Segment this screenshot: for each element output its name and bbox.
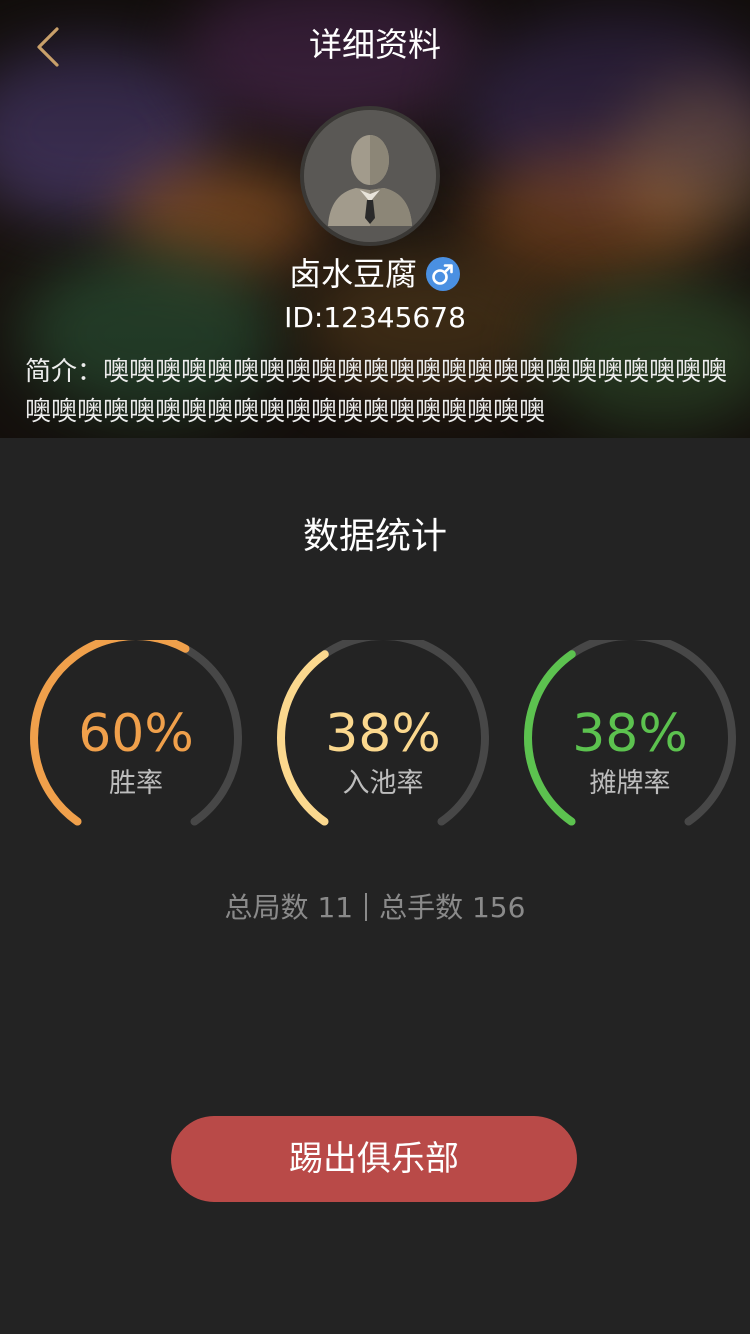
user-silhouette-icon	[304, 110, 436, 242]
bio-text: 噢噢噢噢噢噢噢噢噢噢噢噢噢噢噢噢噢噢噢噢噢噢噢噢噢噢噢噢噢噢噢噢噢噢噢噢噢噢噢噢…	[25, 357, 728, 427]
profile-header: 详细资料 卤水豆腐 ID:12345678 简介：噢噢噢噢噢噢噢噢噢噢噢噢噢噢噢…	[0, 0, 750, 438]
gauge-value: 38%	[325, 704, 441, 764]
gauge-label: 摊牌率	[589, 768, 671, 799]
bio: 简介：噢噢噢噢噢噢噢噢噢噢噢噢噢噢噢噢噢噢噢噢噢噢噢噢噢噢噢噢噢噢噢噢噢噢噢噢噢…	[25, 352, 730, 432]
showdown-rate-gauge: 38% 摊牌率	[520, 640, 740, 840]
name-row: 卤水豆腐	[0, 252, 750, 296]
user-id: ID:12345678	[284, 301, 466, 334]
bio-label: 简介：	[25, 357, 104, 387]
vpip-gauge: 38% 入池率	[273, 640, 493, 840]
total-hands: 总手数 156	[379, 891, 526, 924]
game-summary: 总局数 11 总手数 156	[0, 888, 750, 928]
male-icon	[426, 257, 460, 291]
gauge-value: 38%	[572, 704, 688, 764]
kick-from-club-button[interactable]: 踢出俱乐部	[171, 1116, 577, 1202]
gauge-value: 60%	[78, 704, 194, 764]
total-games: 总局数 11	[224, 891, 354, 924]
gauge-label: 胜率	[109, 768, 163, 799]
win-rate-gauge: 60% 胜率	[26, 640, 246, 840]
stats-title: 数据统计	[302, 516, 447, 557]
page-title: 详细资料	[309, 25, 441, 64]
gauge-label: 入池率	[342, 768, 424, 799]
user-name: 卤水豆腐	[288, 255, 417, 293]
summary-divider	[365, 893, 368, 921]
avatar[interactable]	[300, 106, 440, 246]
